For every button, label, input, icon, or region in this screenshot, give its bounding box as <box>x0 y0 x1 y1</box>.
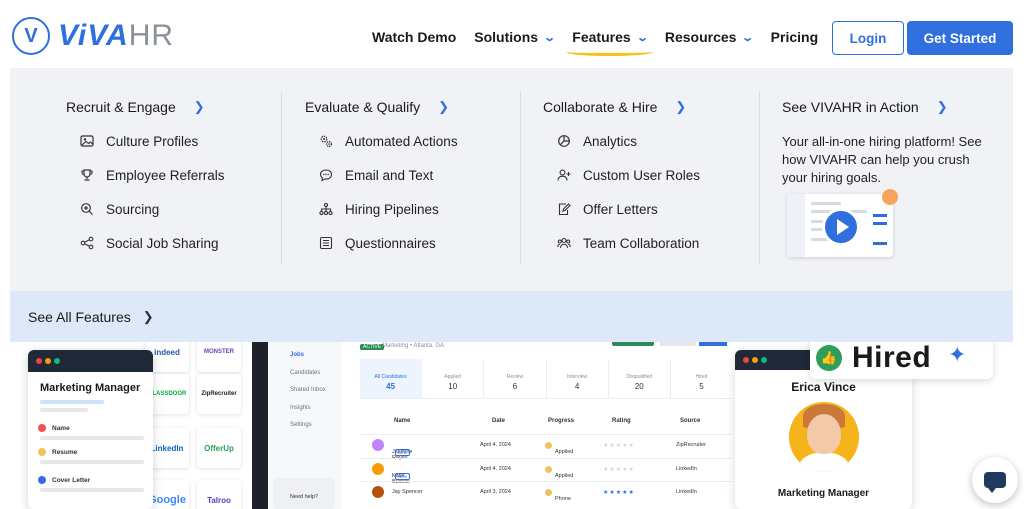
need-help-box[interactable]: Need help? <box>273 478 335 509</box>
table-row[interactable]: Katie Bullock NEW April 4, 2024 Applied ★… <box>360 458 732 485</box>
stat-applied[interactable]: Applied 10 <box>422 359 485 398</box>
offerup-logo: OfferUp <box>197 428 241 468</box>
job-board-logos: indeed MONSTER GLASSDOOR ZipRecruiter Li… <box>141 332 251 509</box>
menu-item-custom-user-roles[interactable]: Custom User Roles <box>557 167 700 183</box>
party-popper-icon: ✦ <box>948 342 967 367</box>
menu-item-analytics[interactable]: Analytics <box>557 133 700 149</box>
menu-column-collaborate: Collaborate & Hire ❯ Analytics Custom Use… <box>543 99 700 269</box>
menu-heading-recruit[interactable]: Recruit & Engage ❯ <box>66 99 225 115</box>
sidenav-shared-inbox[interactable]: Shared Inbox <box>290 387 326 393</box>
menu-item-email-and-text[interactable]: Email and Text <box>319 167 458 183</box>
chevron-right-icon: ❯ <box>193 99 205 114</box>
action-description: Your all-in-one hiring platform! See how… <box>782 134 982 185</box>
sidenav-settings[interactable]: Settings <box>290 422 312 428</box>
menu-item-team-collaboration[interactable]: Team Collaboration <box>557 235 700 251</box>
stat-review[interactable]: Review 6 <box>484 359 547 398</box>
chevron-right-icon: ❯ <box>142 308 154 324</box>
stat-all-candidates[interactable]: All Candidates 45 <box>360 359 423 398</box>
status-badge: ACTIVE <box>360 344 385 350</box>
menu-item-automated-actions[interactable]: Automated Actions <box>319 133 458 149</box>
stat-disqualified[interactable]: Disqualified 20 <box>609 359 671 398</box>
sidenav-jobs[interactable]: Jobs <box>290 352 304 358</box>
window-titlebar <box>28 350 153 372</box>
chevron-down-icon: ⌄ <box>741 31 755 44</box>
image-icon <box>80 134 94 148</box>
nav-features[interactable]: Features ⌄ <box>566 29 653 56</box>
menu-column-action: See VIVAHR in Action ❯ Your all-in-one hi… <box>782 99 997 187</box>
nav-solutions[interactable]: Solutions ⌄ <box>474 29 557 45</box>
pipeline-stats: All Candidates 45 Applied 10 Review 6 Inter… <box>360 359 732 399</box>
menu-item-hiring-pipelines[interactable]: Hiring Pipelines <box>319 201 458 217</box>
get-started-button[interactable]: Get Started <box>907 21 1013 55</box>
nav-watch-demo[interactable]: Watch Demo <box>372 29 456 45</box>
menu-item-sourcing[interactable]: Sourcing <box>80 201 225 217</box>
chat-icon <box>984 472 1006 493</box>
chevron-down-icon: ⌄ <box>543 31 557 44</box>
trophy-icon <box>80 168 94 182</box>
play-icon[interactable] <box>822 208 860 246</box>
job-subtitle: Marketing • Atlanta, GA <box>382 343 445 349</box>
see-all-features-link[interactable]: See All Features ❯ <box>10 291 1013 342</box>
logo-mark: V <box>12 17 50 55</box>
list-icon <box>319 236 333 250</box>
share-icon <box>80 236 94 250</box>
chat-widget-button[interactable] <box>972 457 1018 503</box>
stat-hired[interactable]: Hired 5 <box>671 359 732 398</box>
menu-heading-action[interactable]: See VIVAHR in Action ❯ <box>782 99 997 115</box>
table-row[interactable]: Jay Spencer April 3, 2024 Phone ★★★★★ Li… <box>360 481 732 502</box>
menu-item-employee-referrals[interactable]: Employee Referrals <box>80 167 225 183</box>
login-button[interactable]: Login <box>832 21 904 55</box>
field-resume: Resume <box>38 448 153 456</box>
job-title: Marketing Manager <box>40 382 141 394</box>
gears-icon <box>319 134 333 148</box>
nav-pricing[interactable]: Pricing <box>771 29 818 45</box>
field-cover-letter: Cover Letter <box>38 476 153 484</box>
candidate-role: Marketing Manager <box>777 488 870 499</box>
menu-item-offer-letters[interactable]: Offer Letters <box>557 201 700 217</box>
chevron-right-icon: ❯ <box>438 99 450 114</box>
thumbs-up-icon: 👍 <box>816 345 842 371</box>
chat-icon <box>319 168 333 182</box>
chevron-down-icon: ⌄ <box>635 31 649 44</box>
site-header: V ViVAHR Watch Demo Solutions ⌄ Features ⌄… <box>0 0 1024 70</box>
candidate-name: Erica Vince <box>791 380 856 394</box>
edit-doc-icon <box>557 202 571 216</box>
chevron-right-icon: ❯ <box>936 99 948 114</box>
pie-chart-icon <box>557 134 571 148</box>
job-application-card: Marketing Manager Name Resume Cover Lett… <box>28 350 153 509</box>
candidate-photo <box>789 402 859 472</box>
sidenav-insights[interactable]: Insights <box>290 405 311 411</box>
menu-item-questionnaires[interactable]: Questionnaires <box>319 235 458 251</box>
stat-interview[interactable]: Interview 4 <box>547 359 609 398</box>
user-plus-icon <box>557 168 571 182</box>
logo-wordmark: ViVAHR <box>58 19 175 52</box>
vivahr-logo[interactable]: V ViVAHR <box>12 17 174 55</box>
menu-item-social-job-sharing[interactable]: Social Job Sharing <box>80 235 225 251</box>
magnify-plus-icon <box>80 202 94 216</box>
menu-column-evaluate: Evaluate & Qualify ❯ Automated Actions Em… <box>305 99 458 269</box>
hierarchy-icon <box>319 202 333 216</box>
sidenav-candidates[interactable]: Candidates <box>290 370 320 376</box>
field-name: Name <box>38 424 153 432</box>
menu-heading-collaborate[interactable]: Collaborate & Hire ❯ <box>543 99 700 115</box>
chevron-right-icon: ❯ <box>675 99 687 114</box>
ziprecruiter-logo: ZipRecruiter <box>197 374 241 414</box>
menu-column-recruit: Recruit & Engage ❯ Culture Profiles Emplo… <box>66 99 225 269</box>
main-nav: Watch Demo Solutions ⌄ Features ⌄ Resource… <box>372 29 836 56</box>
team-icon <box>557 236 571 250</box>
menu-heading-evaluate[interactable]: Evaluate & Qualify ❯ <box>305 99 458 115</box>
talroo-logo: Talroo <box>197 480 241 509</box>
menu-item-culture-profiles[interactable]: Culture Profiles <box>80 133 225 149</box>
table-row[interactable]: Jasmine Reyes NEW April 4, 2024 Applied ★… <box>360 434 732 461</box>
nav-resources[interactable]: Resources ⌄ <box>665 29 755 45</box>
